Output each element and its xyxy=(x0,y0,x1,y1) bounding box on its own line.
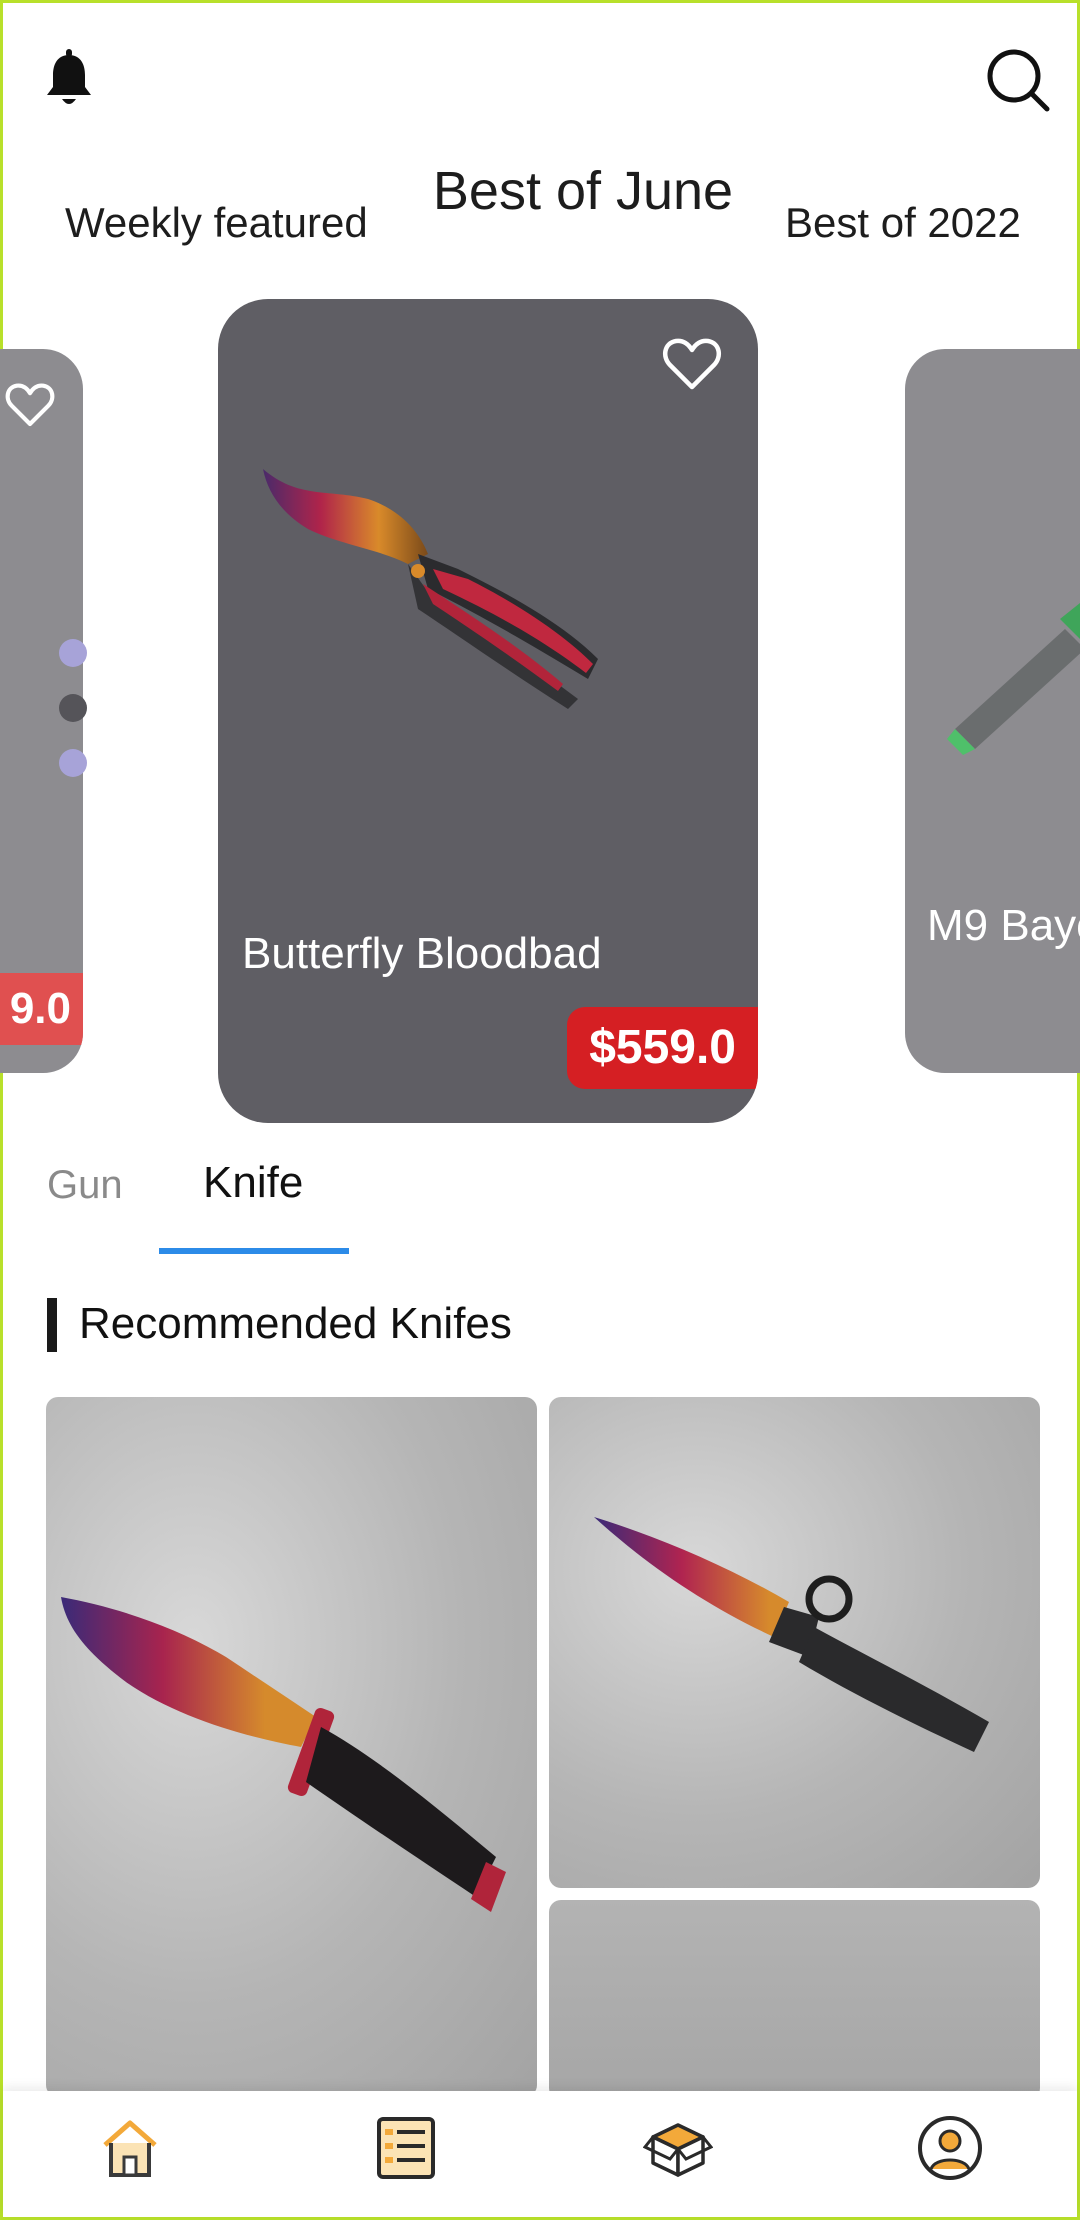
home-icon[interactable] xyxy=(95,2113,165,2183)
product-card-right[interactable]: M9 Bayo xyxy=(905,349,1080,1073)
search-icon[interactable] xyxy=(985,47,1051,113)
favorite-heart-icon[interactable] xyxy=(5,379,55,429)
box-icon[interactable] xyxy=(642,2113,714,2183)
profile-icon[interactable] xyxy=(915,2113,985,2183)
recommended-knife-tile[interactable] xyxy=(549,1900,1040,2100)
carousel-tab-best-of-june[interactable]: Best of June xyxy=(423,158,743,224)
carousel-tab-weekly-featured[interactable]: Weekly featured xyxy=(65,199,368,247)
price-badge: $559.0 xyxy=(567,1007,758,1089)
recommended-knife-tile[interactable] xyxy=(46,1397,537,2097)
carousel-page-indicator xyxy=(59,639,89,777)
bottom-navigation xyxy=(3,2091,1077,2217)
section-title: Recommended Knifes xyxy=(79,1299,512,1348)
bayonet-image xyxy=(947,603,1080,755)
favorite-heart-icon[interactable] xyxy=(662,335,722,391)
tab-knife[interactable]: Knife xyxy=(203,1158,303,1208)
indicator-dot-active xyxy=(59,694,87,722)
bayonet-knife-image xyxy=(594,1517,989,1752)
bowie-knife-image xyxy=(61,1597,506,1912)
tab-gun[interactable]: Gun xyxy=(47,1163,123,1208)
price-badge: 9.0 xyxy=(0,973,83,1045)
carousel-tab-best-of-2022[interactable]: Best of 2022 xyxy=(785,199,1021,247)
list-icon[interactable] xyxy=(371,2113,441,2183)
card-title: Butterfly Bloodbad xyxy=(242,929,602,978)
indicator-dot xyxy=(59,749,87,777)
indicator-dot xyxy=(59,639,87,667)
recommended-knife-tile[interactable] xyxy=(549,1397,1040,1888)
butterfly-knife-image xyxy=(263,469,598,709)
tab-selected-indicator xyxy=(159,1248,349,1254)
bell-icon[interactable] xyxy=(43,49,95,109)
section-accent-bar xyxy=(47,1298,57,1352)
product-card-butterfly-bloodbad[interactable]: Butterfly Bloodbad $559.0 xyxy=(218,299,758,1123)
card-title: M9 Bayo xyxy=(927,901,1080,950)
